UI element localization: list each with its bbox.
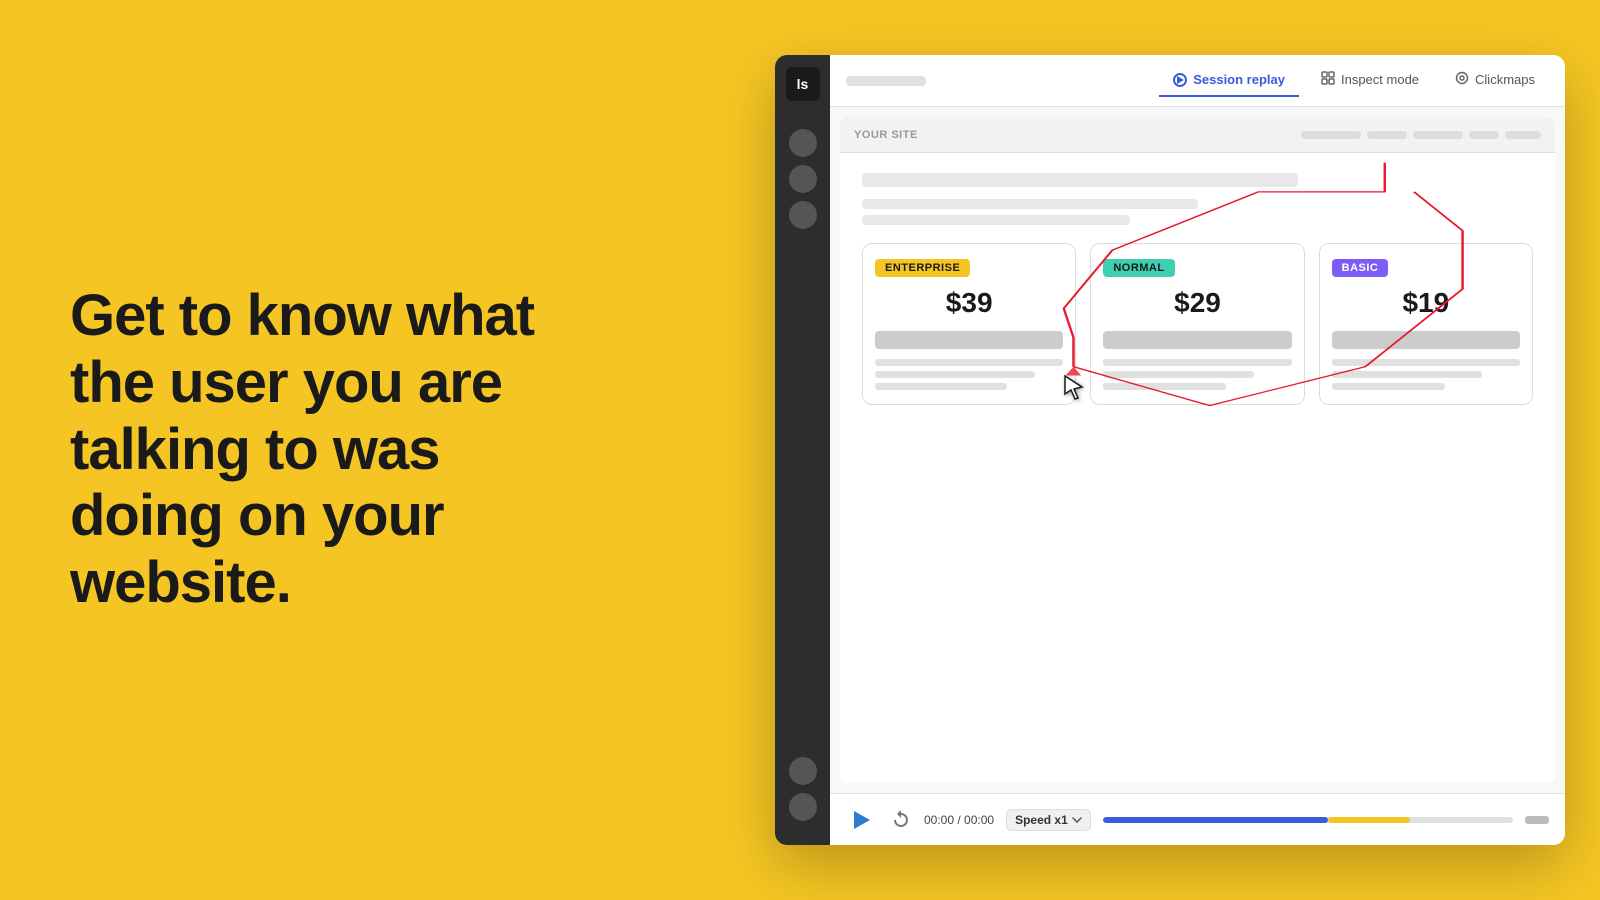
card-line-b-1 bbox=[1332, 359, 1520, 366]
time-display: 00:00 / 00:00 bbox=[924, 813, 994, 827]
card-line-b-3 bbox=[1332, 383, 1445, 390]
player-bar: 00:00 / 00:00 Speed x1 bbox=[830, 793, 1565, 845]
btn-normal bbox=[1103, 331, 1291, 349]
progress-fill-blue bbox=[1103, 817, 1329, 823]
sidebar: ls bbox=[775, 55, 830, 845]
hero-line-5: website. bbox=[70, 550, 291, 615]
card-line-e-2 bbox=[875, 371, 1035, 378]
session-replay-label: Session replay bbox=[1193, 72, 1285, 87]
url-bar-3 bbox=[1413, 131, 1463, 139]
hero-line-1: Get to know what bbox=[70, 283, 534, 348]
sidebar-logo: ls bbox=[786, 67, 820, 101]
sidebar-bottom-item-2[interactable] bbox=[789, 793, 817, 821]
progress-fill-yellow bbox=[1328, 817, 1410, 823]
skeleton-header bbox=[862, 173, 1298, 187]
play-button[interactable] bbox=[846, 804, 878, 836]
url-bar-2 bbox=[1367, 131, 1407, 139]
replay-icon bbox=[890, 809, 912, 831]
inspect-mode-label: Inspect mode bbox=[1341, 72, 1419, 87]
speed-selector[interactable]: Speed x1 bbox=[1006, 809, 1091, 831]
card-line-e-3 bbox=[875, 383, 1007, 390]
price-basic: $19 bbox=[1332, 287, 1520, 319]
browser-body: ENTERPRISE $39 NORMAL bbox=[840, 153, 1555, 425]
play-icon bbox=[1177, 76, 1184, 84]
browser-area: YOUR SITE bbox=[840, 117, 1555, 783]
url-bar-1 bbox=[1301, 131, 1361, 139]
skeleton-line-2 bbox=[862, 215, 1130, 225]
pricing-row: ENTERPRISE $39 NORMAL bbox=[862, 243, 1533, 405]
speed-label: Speed x1 bbox=[1015, 813, 1068, 827]
tab-inspect-mode[interactable]: Inspect mode bbox=[1307, 63, 1433, 98]
badge-enterprise: ENTERPRISE bbox=[875, 259, 970, 277]
sidebar-bottom-item-1[interactable] bbox=[789, 757, 817, 785]
card-lines-normal bbox=[1103, 359, 1291, 390]
left-panel: Get to know what the user you are talkin… bbox=[0, 0, 740, 900]
hero-line-3: talking to was bbox=[70, 417, 440, 482]
pricing-card-enterprise: ENTERPRISE $39 bbox=[862, 243, 1076, 405]
site-label: YOUR SITE bbox=[854, 129, 918, 141]
replay-button[interactable] bbox=[890, 809, 912, 831]
url-bar-5 bbox=[1505, 131, 1541, 139]
progress-bar[interactable] bbox=[1103, 817, 1513, 823]
play-triangle-icon bbox=[854, 811, 870, 829]
top-bar-spacer bbox=[846, 76, 926, 86]
price-normal: $29 bbox=[1103, 287, 1291, 319]
end-indicator bbox=[1525, 816, 1549, 824]
pricing-card-basic: BASIC $19 bbox=[1319, 243, 1533, 405]
sidebar-nav-item-3[interactable] bbox=[789, 201, 817, 229]
btn-basic bbox=[1332, 331, 1520, 349]
right-panel: ls Session replay bbox=[740, 0, 1600, 900]
inspect-mode-icon bbox=[1321, 71, 1335, 88]
sidebar-nav-item-2[interactable] bbox=[789, 165, 817, 193]
sidebar-bottom bbox=[789, 757, 817, 833]
hero-text: Get to know what the user you are talkin… bbox=[70, 283, 534, 616]
sidebar-nav-item-1[interactable] bbox=[789, 129, 817, 157]
clickmaps-icon bbox=[1455, 71, 1469, 88]
card-line-n-1 bbox=[1103, 359, 1291, 366]
skeleton-line-1 bbox=[862, 199, 1198, 209]
browser-topbar: YOUR SITE bbox=[840, 117, 1555, 153]
tab-clickmaps[interactable]: Clickmaps bbox=[1441, 63, 1549, 98]
card-line-n-3 bbox=[1103, 383, 1225, 390]
session-replay-icon bbox=[1173, 73, 1187, 87]
top-bar: Session replay Inspect mode bbox=[830, 55, 1565, 107]
card-line-b-2 bbox=[1332, 371, 1483, 378]
pricing-card-normal: NORMAL $29 bbox=[1090, 243, 1304, 405]
btn-enterprise bbox=[875, 331, 1063, 349]
badge-basic: BASIC bbox=[1332, 259, 1389, 277]
clickmaps-label: Clickmaps bbox=[1475, 72, 1535, 87]
card-line-e-1 bbox=[875, 359, 1063, 366]
badge-normal: NORMAL bbox=[1103, 259, 1174, 277]
card-lines-enterprise bbox=[875, 359, 1063, 390]
hero-line-4: doing on your bbox=[70, 483, 444, 548]
card-lines-basic bbox=[1332, 359, 1520, 390]
main-content: Session replay Inspect mode bbox=[830, 55, 1565, 845]
tab-session-replay[interactable]: Session replay bbox=[1159, 64, 1299, 97]
url-bar-4 bbox=[1469, 131, 1499, 139]
speed-chevron-icon bbox=[1072, 817, 1082, 823]
app-window: ls Session replay bbox=[775, 55, 1565, 845]
url-bars bbox=[1301, 131, 1541, 139]
price-enterprise: $39 bbox=[875, 287, 1063, 319]
hero-line-2: the user you are bbox=[70, 350, 502, 415]
card-line-n-2 bbox=[1103, 371, 1254, 378]
